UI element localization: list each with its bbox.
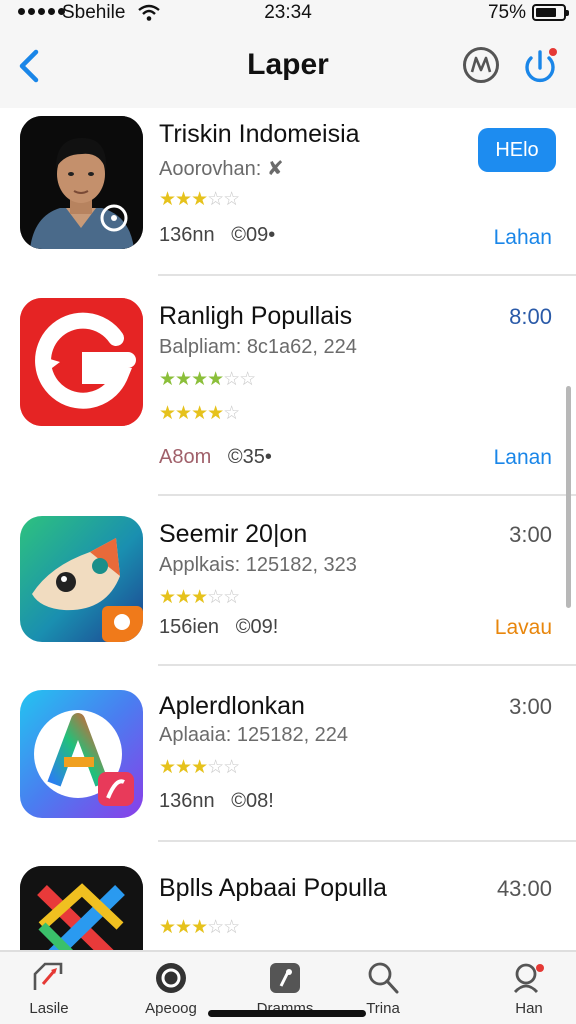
app-list: Triskin Indomeisia Aoorovhan: ✘ ★★★☆☆ 13… xyxy=(0,108,576,950)
search-icon xyxy=(368,962,399,994)
rating-stars: ★★★☆☆ xyxy=(159,917,240,938)
app-age: ©09! xyxy=(235,616,279,638)
app-title: Bplls Apbaai Populla xyxy=(159,874,387,902)
app-title: Ranligh Popullais xyxy=(159,302,353,330)
list-item[interactable]: Triskin Indomeisia Aoorovhan: ✘ ★★★☆☆ 13… xyxy=(0,108,576,276)
app-title: Triskin Indomeisia xyxy=(159,120,360,148)
open-link[interactable]: Lanan xyxy=(494,446,552,470)
account-icon xyxy=(513,963,544,993)
app-price[interactable]: 3:00 xyxy=(509,522,552,548)
rating-stars: ★★★☆☆ xyxy=(159,189,240,210)
featured-icon xyxy=(33,962,63,990)
app-meta: A8om ©35• xyxy=(159,446,272,469)
app-icon-bird xyxy=(20,516,143,642)
app-price[interactable]: 43:00 xyxy=(497,876,552,902)
list-item[interactable]: Bplls Apbaai Populla ★★★☆☆ 43:00 xyxy=(0,842,576,950)
battery-level xyxy=(536,8,556,17)
app-size: 136nn xyxy=(159,224,215,246)
app-icon-letter-a xyxy=(20,690,143,818)
tab-account[interactable]: Han xyxy=(484,956,574,1022)
navigation-bar: Laper xyxy=(0,28,576,108)
status-bar: Sbehile 23:34 75% xyxy=(0,0,576,28)
get-button[interactable]: HElo xyxy=(478,128,556,172)
rating-stars-secondary: ★★★★☆ xyxy=(159,403,240,424)
app-age: ©08! xyxy=(231,790,274,812)
open-link[interactable]: Lavau xyxy=(495,616,552,640)
list-item[interactable]: Ranligh Popullais Balpliam: 8c1a62, 224 … xyxy=(0,276,576,496)
app-title: Aplerdlonkan xyxy=(159,692,305,720)
open-link[interactable]: Lahan xyxy=(494,226,552,250)
app-icon-cross xyxy=(20,866,143,950)
rating-stars: ★★★☆☆ xyxy=(159,757,240,778)
tab-label: Han xyxy=(515,1000,543,1017)
list-item[interactable]: Seemir 20|on Applkais: 125182, 323 ★★★☆☆… xyxy=(0,496,576,666)
app-meta: 156ien ©09! xyxy=(159,616,278,639)
tab-featured[interactable]: Lasile xyxy=(4,956,94,1022)
app-store-screen: Sbehile 23:34 75% Laper Triskin Indomeis… xyxy=(0,0,576,1024)
app-price[interactable]: 3:00 xyxy=(509,694,552,720)
rating-stars: ★★★☆☆ xyxy=(159,587,240,608)
app-subtitle: Aoorovhan: ✘ xyxy=(159,158,284,180)
scrollbar[interactable] xyxy=(566,386,571,608)
list-item[interactable]: Aplerdlonkan Aplaaia: 125182, 224 ★★★☆☆ … xyxy=(0,666,576,842)
app-size: 136nn xyxy=(159,790,215,812)
app-subtitle: Applkais: 125182, 323 xyxy=(159,554,357,576)
battery-percent: 75% xyxy=(487,2,526,23)
app-size: 156ien xyxy=(159,616,220,638)
tab-label: Apeoog xyxy=(145,1000,197,1017)
app-meta: 136nn ©08! xyxy=(159,790,274,813)
apps-circle-icon xyxy=(156,963,186,993)
app-subtitle: Balpliam: 8c1a62, 224 xyxy=(159,336,357,358)
rating-stars: ★★★★☆☆ xyxy=(159,369,256,390)
app-size: A8om xyxy=(159,446,212,468)
games-icon xyxy=(270,963,300,993)
tab-apps[interactable]: Apeoog xyxy=(126,956,216,1022)
home-indicator[interactable] xyxy=(208,1010,366,1017)
app-meta: 136nn ©09• xyxy=(159,224,275,247)
battery-icon xyxy=(532,4,569,21)
notification-dot xyxy=(549,48,557,56)
app-subtitle: Aplaaia: 125182, 224 xyxy=(159,724,349,746)
app-age: ©09• xyxy=(231,224,276,246)
app-icon-portrait xyxy=(20,116,143,249)
profile-circle-icon[interactable] xyxy=(462,46,500,84)
app-age: ©35• xyxy=(227,446,272,468)
power-icon[interactable] xyxy=(520,46,560,86)
tab-label: Lasile xyxy=(29,1000,69,1017)
app-price[interactable]: 8:00 xyxy=(509,304,552,330)
app-icon-red xyxy=(20,298,143,426)
app-title: Seemir 20|on xyxy=(159,520,308,548)
